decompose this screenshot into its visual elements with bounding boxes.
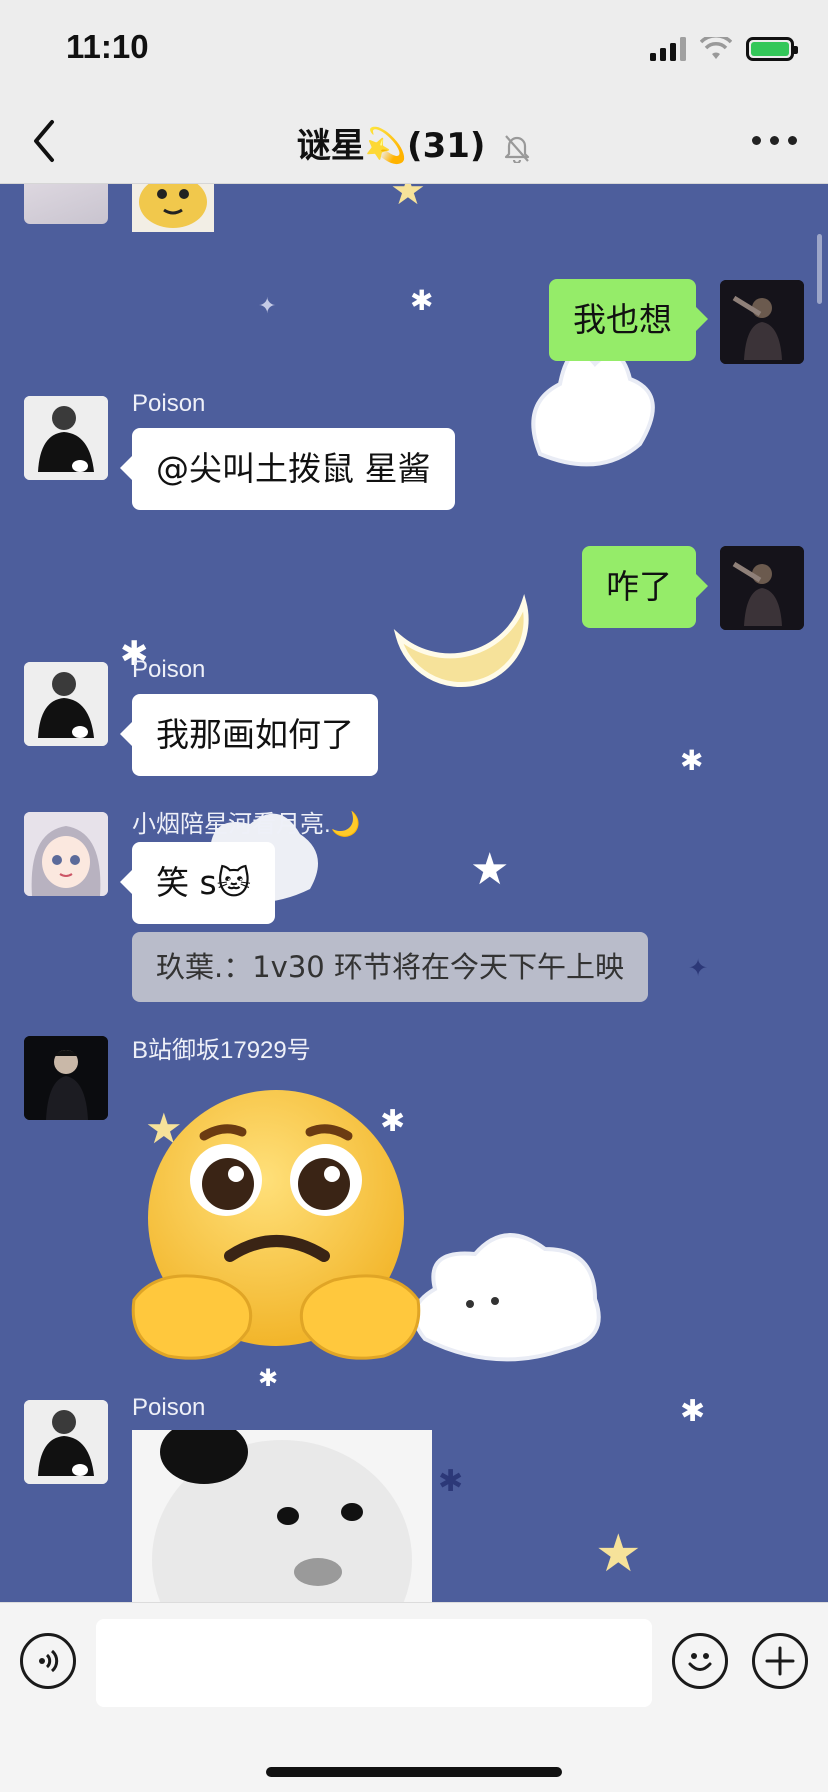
wifi-icon xyxy=(700,37,732,59)
avatar[interactable] xyxy=(24,812,108,896)
background-star: ✦ xyxy=(258,294,277,319)
avatar-image xyxy=(24,662,108,746)
chat-title-text: 谜星💫(31) xyxy=(296,126,486,166)
background-star: ★ xyxy=(390,184,426,214)
background-star: ★ xyxy=(470,844,510,895)
avatar-image xyxy=(24,1400,108,1484)
sender-name: Poison xyxy=(132,1394,206,1421)
avatar-image xyxy=(24,396,108,480)
status-time: 11:10 xyxy=(66,28,149,65)
background-star: ✱ xyxy=(680,744,704,777)
sticker-image[interactable] xyxy=(132,184,214,232)
avatar-image xyxy=(720,546,804,630)
signal-icon xyxy=(650,37,686,61)
battery-icon xyxy=(746,37,798,61)
avatar[interactable] xyxy=(24,1036,108,1120)
sender-name: B站御坂17929号 xyxy=(132,1037,311,1064)
emoji-icon[interactable] xyxy=(672,1633,728,1689)
plus-icon[interactable] xyxy=(752,1633,808,1689)
message-bubble[interactable]: 笑 s🐱 xyxy=(119,842,276,924)
more-dots-icon[interactable] xyxy=(752,126,798,154)
message-bubble[interactable]: @尖叫土拨鼠 星酱 xyxy=(120,428,455,510)
panda-meme-image[interactable] xyxy=(132,1430,432,1602)
sender-name: Poison xyxy=(132,656,206,683)
avatar[interactable] xyxy=(720,280,804,364)
background-star: ✱ xyxy=(438,1464,464,1499)
top-bar: 11:10 谜星💫(31) xyxy=(0,0,828,184)
background-star: ✦ xyxy=(688,954,709,982)
background-star: ✱ xyxy=(680,1394,706,1429)
message-bubble[interactable]: 我也想 xyxy=(549,279,708,361)
background-star: ★ xyxy=(595,1524,642,1584)
sender-name: Poison xyxy=(132,390,206,417)
quoted-message[interactable]: 玖葉.：1v30 环节将在今天下午上映 xyxy=(132,932,648,1002)
avatar[interactable] xyxy=(24,184,108,224)
message-bubble[interactable]: 咋了 xyxy=(582,546,708,628)
avatar[interactable] xyxy=(720,546,804,630)
avatar-image xyxy=(24,812,108,896)
bell-slash-icon xyxy=(505,134,530,163)
message-bubble[interactable]: 我那画如何了 xyxy=(120,694,378,776)
chat-area[interactable]: ✱ ✦ ★ ✱ ✱ ★ ✱ ★ ✱ ✱ ★ ✱ ✦ 我也想 Poison @尖叫… xyxy=(0,184,828,1602)
home-indicator xyxy=(266,1767,562,1777)
input-bar xyxy=(0,1602,828,1792)
status-icons xyxy=(650,34,798,64)
message-input[interactable] xyxy=(96,1619,652,1707)
avatar[interactable] xyxy=(24,396,108,480)
battery-level xyxy=(751,42,789,56)
chat-title: 谜星💫(31) xyxy=(0,118,828,167)
sender-name: 小烟陪星河看月亮.🌙 xyxy=(132,811,361,838)
voice-icon[interactable] xyxy=(20,1633,76,1689)
background-moon xyxy=(393,594,529,688)
scrollbar[interactable] xyxy=(817,234,822,304)
avatar-image xyxy=(24,1036,108,1120)
avatar[interactable] xyxy=(24,662,108,746)
background-cloud-bear xyxy=(412,1233,601,1362)
pleading-face-sticker[interactable] xyxy=(128,1080,424,1370)
background-star: ✱ xyxy=(410,284,434,317)
avatar[interactable] xyxy=(24,1400,108,1484)
avatar-image xyxy=(720,280,804,364)
